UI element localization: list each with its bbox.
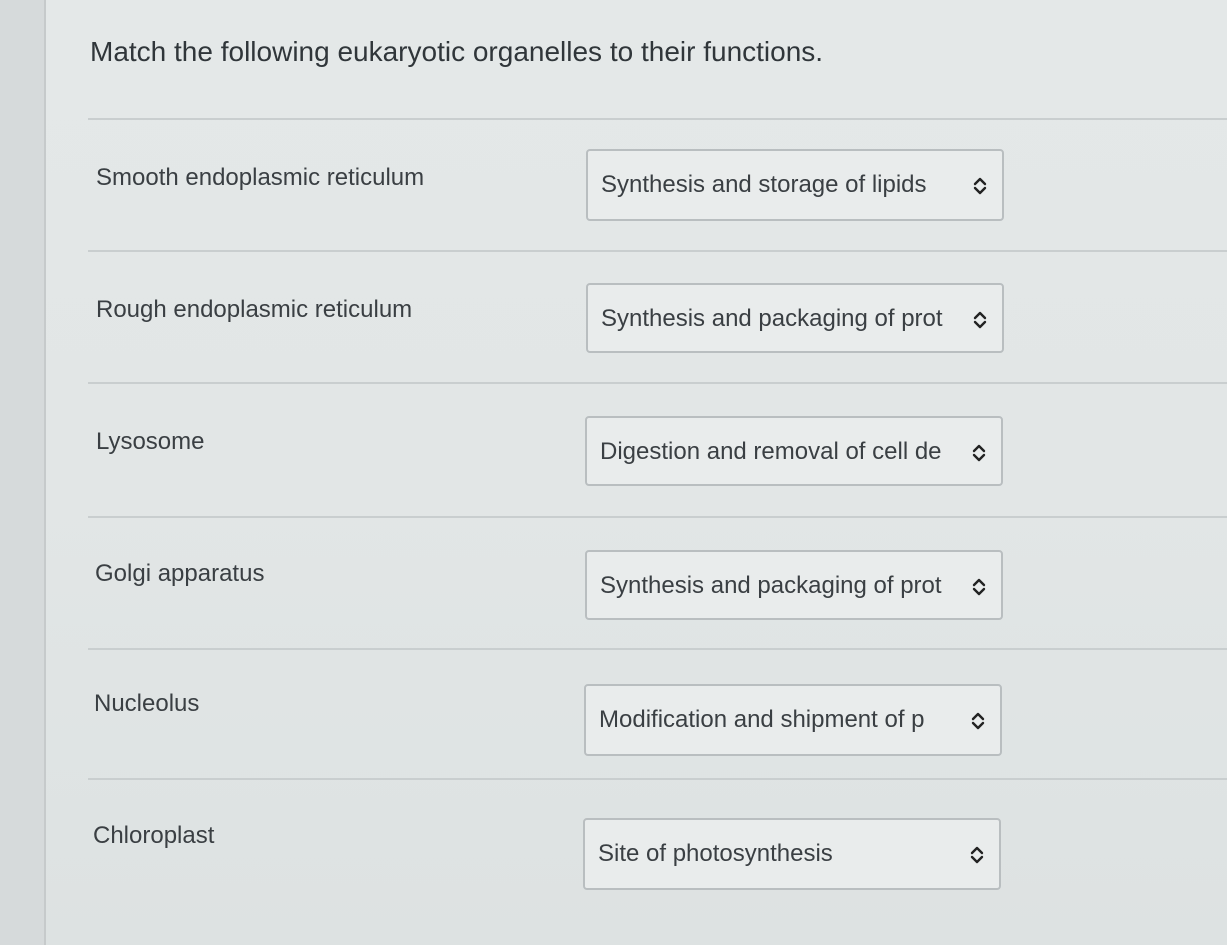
divider (88, 250, 1227, 252)
answer-select-smooth-er[interactable]: Synthesis and storage of lipids (586, 149, 1004, 221)
term-label-golgi: Golgi apparatus (95, 560, 265, 587)
chevron-up-down-icon (973, 177, 987, 195)
question-text: Match the following eukaryotic organelle… (90, 36, 824, 67)
answer-select-value: Modification and shipment of p (599, 706, 925, 733)
answer-select-rough-er[interactable]: Synthesis and packaging of prot (586, 283, 1004, 353)
divider (88, 648, 1227, 650)
answer-select-nucleolus[interactable]: Modification and shipment of p (584, 684, 1002, 756)
answer-select-value: Digestion and removal of cell de (600, 438, 942, 465)
divider (88, 778, 1227, 780)
divider (88, 118, 1227, 120)
chevron-up-down-icon (972, 578, 986, 596)
chevron-up-down-icon (971, 712, 985, 730)
term-label-lysosome: Lysosome (96, 428, 205, 455)
answer-select-value: Site of photosynthesis (598, 840, 833, 867)
chevron-up-down-icon (973, 311, 987, 329)
term-label-rough-er: Rough endoplasmic reticulum (96, 296, 413, 323)
answer-select-lysosome[interactable]: Digestion and removal of cell de (585, 416, 1003, 486)
divider (88, 516, 1227, 518)
answer-select-golgi[interactable]: Synthesis and packaging of prot (585, 550, 1003, 620)
chevron-up-down-icon (972, 444, 986, 462)
answer-select-chloroplast[interactable]: Site of photosynthesis (583, 818, 1001, 890)
chevron-up-down-icon (970, 846, 984, 864)
term-label-nucleolus: Nucleolus (94, 690, 200, 717)
term-label-smooth-er: Smooth endoplasmic reticulum (96, 164, 425, 191)
term-label-chloroplast: Chloroplast (93, 822, 215, 849)
left-margin-strip (0, 0, 46, 945)
answer-select-value: Synthesis and packaging of prot (600, 572, 942, 599)
answer-select-value: Synthesis and storage of lipids (601, 171, 927, 198)
answer-select-value: Synthesis and packaging of prot (601, 305, 943, 332)
divider (88, 382, 1227, 384)
